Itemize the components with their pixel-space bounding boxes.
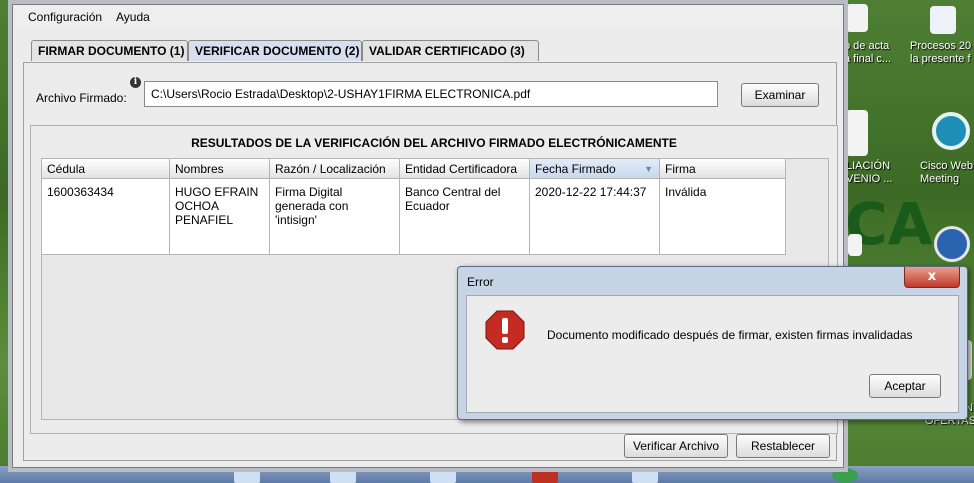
cell-nombres[interactable]: HUGO EFRAIN OCHOA PENAFIEL: [170, 179, 270, 255]
error-message: Documento modificado después de firmar, …: [547, 328, 913, 342]
cell-firma[interactable]: Inválida: [660, 179, 786, 255]
archivo-firmado-label: Archivo Firmado:: [36, 91, 127, 105]
desktop-icon-label: o de acta: [844, 40, 890, 52]
cell-entidad[interactable]: Banco Central del Ecuador: [400, 179, 530, 255]
spreadsheet-icon[interactable]: [848, 234, 862, 256]
taskbar-item[interactable]: [430, 468, 456, 483]
tab-validar-certificado[interactable]: VALIDAR CERTIFICADO (3): [362, 40, 539, 61]
desktop-icon-acta[interactable]: o de acta a final c...: [844, 40, 891, 66]
column-header-cedula[interactable]: Cédula: [42, 159, 170, 179]
column-header-label: Firma: [665, 162, 696, 176]
examinar-button[interactable]: Examinar: [741, 83, 819, 107]
cell-value: Firma Digital: [275, 185, 343, 199]
taskbar-item[interactable]: [234, 468, 260, 483]
tab-label: VERIFICAR DOCUMENTO (2): [195, 44, 360, 58]
desktop-icon-label: Procesos 20: [910, 40, 972, 52]
menu-ayuda[interactable]: Ayuda: [116, 10, 150, 24]
results-title: RESULTADOS DE LA VERIFICACIÓN DEL ARCHIV…: [191, 136, 677, 150]
cell-value: Banco Central del: [405, 185, 501, 199]
dialog-body: Documento modificado después de firmar, …: [466, 295, 959, 413]
menu-ayuda-label: Ayuda: [116, 10, 150, 24]
archivo-firmado-value: C:\Users\Rocio Estrada\Desktop\2-USHAY1F…: [151, 87, 531, 101]
taskbar-item[interactable]: [832, 468, 858, 483]
restablecer-button[interactable]: Restablecer: [736, 434, 830, 458]
close-icon: x: [927, 269, 937, 284]
aceptar-label: Aceptar: [884, 379, 926, 393]
column-header-razon[interactable]: Razón / Localización: [270, 159, 400, 179]
menu-bar: Configuración Ayuda: [13, 5, 843, 27]
tab-firmar-documento[interactable]: FIRMAR DOCUMENTO (1): [31, 40, 188, 61]
column-header-label: Cédula: [47, 162, 86, 176]
column-header-fecha[interactable]: Fecha Firmado ▼: [530, 159, 660, 179]
verificar-archivo-button[interactable]: Verificar Archivo: [624, 434, 728, 458]
column-header-label: Fecha Firmado: [535, 162, 616, 176]
aceptar-button[interactable]: Aceptar: [869, 374, 941, 398]
taskbar: [0, 466, 974, 483]
document-icon[interactable]: [846, 4, 868, 32]
desktop-icon-label: la presente f: [910, 53, 971, 65]
tab-label: VALIDAR CERTIFICADO (3): [369, 44, 525, 58]
verificar-archivo-label: Verificar Archivo: [632, 439, 720, 453]
desktop-icon-label: LIACIÓN: [846, 160, 891, 172]
error-dialog: Error x Documento modificado después de …: [457, 266, 968, 420]
dialog-title: Error: [467, 275, 494, 289]
close-button[interactable]: x: [904, 267, 960, 288]
cell-value: Ecuador: [405, 199, 450, 213]
cell-value: generada con: [275, 199, 349, 213]
restablecer-label: Restablecer: [750, 439, 816, 453]
column-header-firma[interactable]: Firma: [660, 159, 786, 179]
cell-cedula[interactable]: 1600363434: [42, 179, 170, 255]
app-icon[interactable]: [934, 226, 970, 262]
column-header-label: Nombres: [175, 162, 224, 176]
tab-label: FIRMAR DOCUMENTO (1): [38, 44, 185, 58]
desktop-icon-label: Meeting: [920, 173, 960, 185]
taskbar-item[interactable]: [330, 468, 356, 483]
column-header-nombres[interactable]: Nombres: [170, 159, 270, 179]
cell-value: Inválida: [665, 185, 707, 199]
archivo-firmado-field[interactable]: C:\Users\Rocio Estrada\Desktop\2-USHAY1F…: [144, 81, 718, 107]
sort-down-icon: ▼: [644, 164, 653, 174]
desktop-icon-label: VENIO ...: [846, 173, 893, 185]
cell-razon[interactable]: Firma Digital generada con 'intisign': [270, 179, 400, 255]
desktop-icon-liacion[interactable]: LIACIÓN VENIO ...: [846, 160, 892, 186]
desktop-icon-cisco[interactable]: Cisco Web Meeting: [920, 160, 973, 186]
desktop-icon-label: Cisco Web: [920, 160, 973, 172]
desktop-icon-procesos[interactable]: Procesos 20 la presente f: [910, 40, 971, 66]
tab-verificar-documento[interactable]: VERIFICAR DOCUMENTO (2): [188, 40, 362, 61]
desktop-icon-label: a final c...: [844, 53, 892, 65]
error-icon: [485, 310, 525, 350]
chart-document-icon[interactable]: [930, 6, 956, 34]
column-header-label: Razón / Localización: [275, 162, 386, 176]
taskbar-item[interactable]: [632, 468, 658, 483]
menu-configuracion-label: Configuración: [28, 10, 103, 24]
cell-value: HUGO EFRAIN: [175, 185, 259, 199]
cell-value: 1600363434: [47, 185, 114, 199]
examinar-label: Examinar: [754, 88, 806, 102]
taskbar-item[interactable]: [532, 468, 558, 483]
info-icon: i: [130, 77, 141, 88]
column-header-label: Entidad Certificadora: [405, 162, 518, 176]
column-header-entidad[interactable]: Entidad Certificadora: [400, 159, 530, 179]
cell-fecha[interactable]: 2020-12-22 17:44:37: [530, 179, 660, 255]
cisco-webex-icon[interactable]: [932, 112, 970, 150]
cell-value: OCHOA PENAFIEL: [175, 199, 234, 227]
cell-value: 2020-12-22 17:44:37: [535, 185, 647, 199]
pdf-document-icon[interactable]: [846, 110, 868, 156]
cell-value: 'intisign': [275, 213, 317, 227]
menu-configuracion[interactable]: Configuración: [28, 10, 102, 24]
